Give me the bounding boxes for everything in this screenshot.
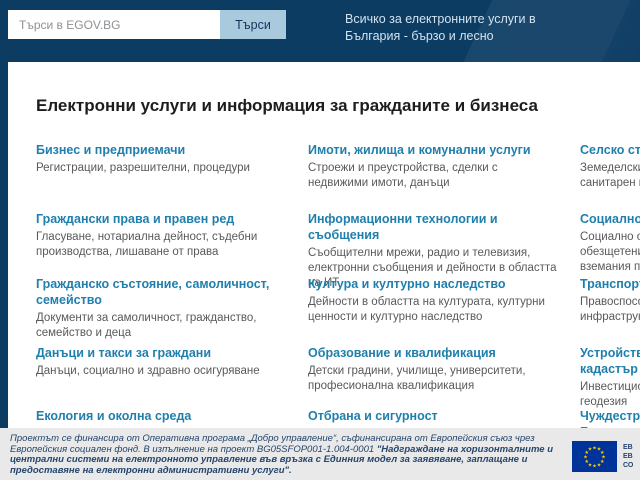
- category-description: Инвестицион геодезия: [580, 380, 640, 410]
- category-column-3: Селско стопан Земеделски де санитарен ко…: [580, 142, 640, 428]
- eu-funding-block: ★ ★ ★ ★ ★ ★ ★ ★ ★ ★ ★ ★ ЕВ ЕВ СО: [572, 441, 633, 480]
- category-description: Земеделски де санитарен кон: [580, 161, 640, 191]
- category-link-agriculture[interactable]: Селско стопан: [580, 142, 640, 158]
- category-link-foreigners[interactable]: Чуждестранн България: [580, 408, 640, 428]
- category-link-transport[interactable]: Транспорт и: [580, 276, 640, 292]
- category-item: Култура и културно наследство Дейности в…: [308, 276, 560, 345]
- search-input[interactable]: [8, 10, 220, 39]
- category-description: Данъци, социално и здравно осигуряване: [36, 364, 288, 379]
- footer-funding-text: Проектът се финансира от Оперативна прог…: [0, 428, 566, 480]
- category-description: Регистрации, разрешителни, процедури: [36, 161, 288, 176]
- header-tagline: Всичко за електронните услуги в България…: [345, 11, 555, 45]
- category-link-civil-rights[interactable]: Граждански права и правен ред: [36, 211, 288, 227]
- category-item: Граждански права и правен ред Гласуване,…: [36, 211, 288, 276]
- category-item: Информационни технологии и съобщения Съо…: [308, 211, 560, 276]
- search-button[interactable]: Търси: [220, 10, 286, 39]
- page-title: Електронни услуги и информация за гражда…: [8, 62, 640, 117]
- search-bar: Търси: [8, 10, 286, 39]
- svg-text:★: ★: [588, 447, 593, 453]
- eu-flag-icon: ★ ★ ★ ★ ★ ★ ★ ★ ★ ★ ★ ★: [572, 441, 617, 472]
- category-item: Екология и околна среда: [36, 408, 288, 428]
- top-bar: Търси Всичко за електронните услуги в Бъ…: [0, 0, 640, 62]
- category-link-defense[interactable]: Отбрана и сигурност: [308, 408, 560, 424]
- category-column-2: Имоти, жилища и комунални услуги Строежи…: [308, 142, 560, 428]
- category-item: Образование и квалификация Детски градин…: [308, 345, 560, 408]
- svg-text:★: ★: [592, 464, 597, 470]
- category-link-property[interactable]: Имоти, жилища и комунални услуги: [308, 142, 560, 158]
- category-description: Правоспособ инфраструкту: [580, 295, 640, 325]
- category-item: Имоти, жилища и комунални услуги Строежи…: [308, 142, 560, 211]
- svg-text:★: ★: [597, 462, 602, 468]
- category-column-1: Бизнес и предприемачи Регистрации, разре…: [36, 142, 288, 428]
- category-item: Данъци и такси за граждани Данъци, социа…: [36, 345, 288, 408]
- category-grid: Бизнес и предприемачи Регистрации, разре…: [8, 142, 640, 428]
- category-link-taxes[interactable]: Данъци и такси за граждани: [36, 345, 288, 361]
- category-item: Устройство н кадастър Инвестицион геодез…: [580, 345, 640, 408]
- category-description: Социално осиг обезщетения вземания при: [580, 230, 640, 275]
- category-link-culture[interactable]: Култура и културно наследство: [308, 276, 560, 292]
- category-item: Транспорт и Правоспособ инфраструкту: [580, 276, 640, 345]
- category-description: Детски градини, училище, университети, п…: [308, 364, 560, 394]
- category-item: Отбрана и сигурност НАТО: [308, 408, 560, 428]
- category-item: Бизнес и предприемачи Регистрации, разре…: [36, 142, 288, 211]
- category-link-social-security[interactable]: Социално оси: [580, 211, 640, 227]
- category-link-business[interactable]: Бизнес и предприемачи: [36, 142, 288, 158]
- footer: Проектът се финансира от Оперативна прог…: [0, 428, 640, 480]
- eu-fund-label: ЕВ ЕВ СО: [623, 441, 633, 480]
- category-link-ecology[interactable]: Екология и околна среда: [36, 408, 288, 424]
- category-link-it[interactable]: Информационни технологии и съобщения: [308, 211, 560, 243]
- category-description: Документи за самоличност, гражданство, с…: [36, 311, 288, 341]
- category-item: Гражданско състояние, самоличност, семей…: [36, 276, 288, 345]
- category-link-education[interactable]: Образование и квалификация: [308, 345, 560, 361]
- category-item: Чуждестранн България: [580, 408, 640, 428]
- category-link-civil-status[interactable]: Гражданско състояние, самоличност, семей…: [36, 276, 288, 308]
- category-item: Селско стопан Земеделски де санитарен ко…: [580, 142, 640, 211]
- category-link-cadastre[interactable]: Устройство н кадастър: [580, 345, 640, 377]
- category-item: Социално оси Социално осиг обезщетения в…: [580, 211, 640, 276]
- category-description: Гласуване, нотариална дейност, съдебни п…: [36, 230, 288, 260]
- category-description: Строежи и преустройства, сделки с недвиж…: [308, 161, 560, 191]
- category-description: Дейности в областта на културата, култур…: [308, 295, 560, 325]
- main-card: Електронни услуги и информация за гражда…: [8, 62, 640, 428]
